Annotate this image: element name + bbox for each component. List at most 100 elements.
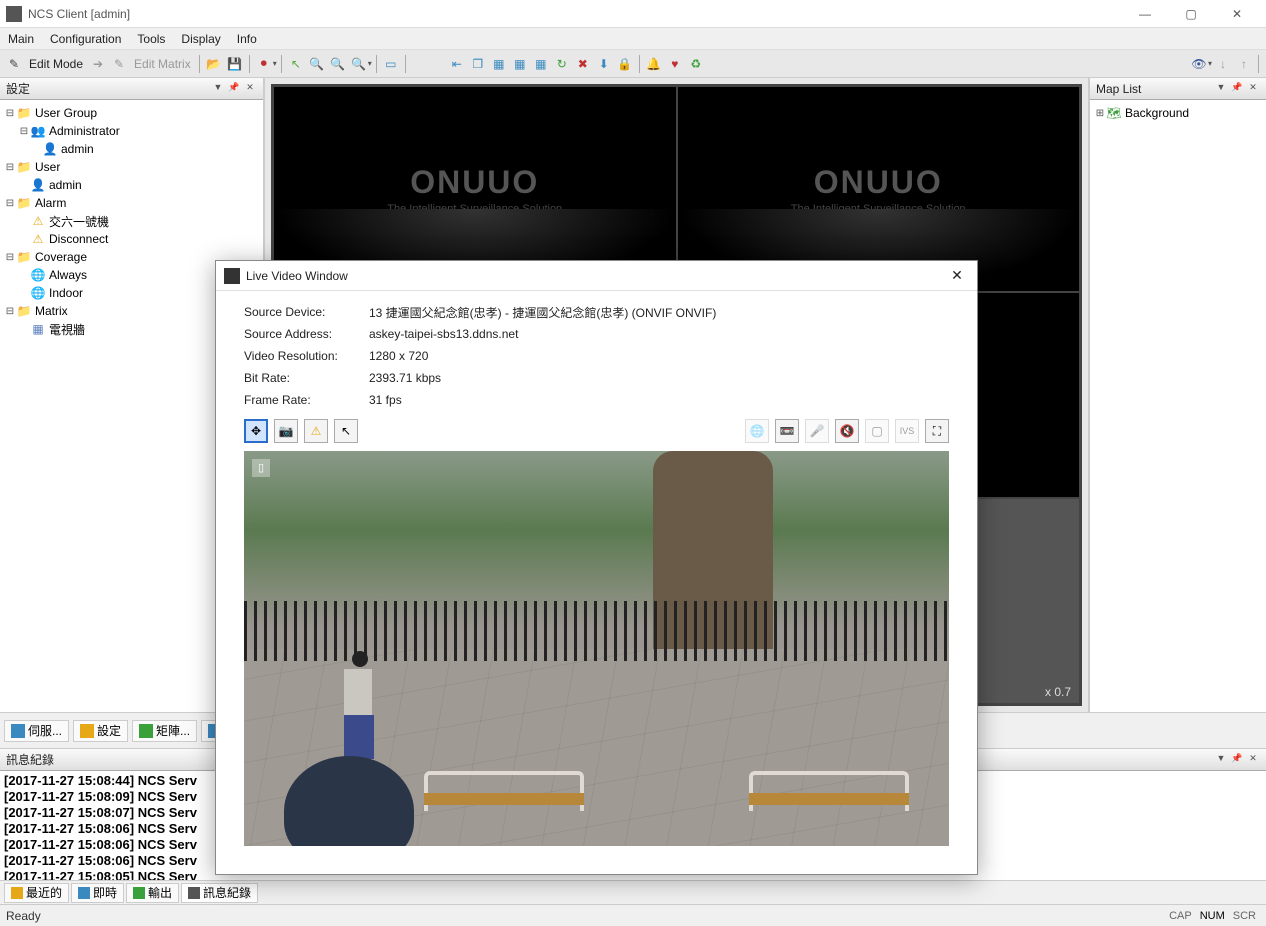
- dialog-close-button[interactable]: ✕: [945, 267, 969, 284]
- panel-close-icon[interactable]: ✕: [1246, 82, 1260, 96]
- mic-icon[interactable]: 🎤: [805, 419, 829, 443]
- left-panel-header: 設定 ▼ 📌 ✕: [0, 78, 263, 100]
- video-resolution-value: 1280 x 720: [369, 349, 428, 363]
- refresh-icon[interactable]: ↻: [552, 54, 572, 74]
- menu-configuration[interactable]: Configuration: [50, 32, 121, 46]
- video-resolution-label: Video Resolution:: [244, 349, 369, 363]
- maximize-button[interactable]: ▢: [1168, 0, 1214, 28]
- tree-user[interactable]: ⊟📁User: [2, 158, 261, 176]
- minimize-button[interactable]: —: [1122, 0, 1168, 28]
- tree-user-group[interactable]: ⊟📁User Group: [2, 104, 261, 122]
- edit-matrix-label[interactable]: Edit Matrix: [130, 57, 195, 71]
- cascade-icon[interactable]: ❐: [468, 54, 488, 74]
- panel-dropdown-icon[interactable]: ▼: [211, 82, 225, 96]
- zoom-icon[interactable]: 🔍: [349, 54, 369, 74]
- pointer-icon[interactable]: ↖: [334, 419, 358, 443]
- log-tab-messages[interactable]: 訊息紀錄: [181, 883, 258, 903]
- zoom-in-icon[interactable]: 🔍: [307, 54, 327, 74]
- source-address-label: Source Address:: [244, 327, 369, 341]
- exit-icon[interactable]: ✖: [573, 54, 593, 74]
- live-video-view[interactable]: ▯: [244, 451, 949, 846]
- divider-icon[interactable]: ⇤: [447, 54, 467, 74]
- menu-info[interactable]: Info: [237, 32, 257, 46]
- record-icon[interactable]: ⏺: [254, 54, 274, 74]
- status-num: NUM: [1196, 910, 1229, 922]
- window-title: NCS Client [admin]: [28, 7, 1122, 21]
- ivs-icon[interactable]: IVS: [895, 419, 919, 443]
- rec-indicator-icon: ▯: [252, 459, 270, 477]
- tile-icon[interactable]: ▦: [489, 54, 509, 74]
- panel-dropdown-icon[interactable]: ▼: [1214, 82, 1228, 96]
- status-cap: CAP: [1165, 910, 1196, 922]
- tree-alarm2[interactable]: ⚠Disconnect: [2, 230, 261, 248]
- panel-dropdown-icon[interactable]: ▼: [1214, 753, 1228, 767]
- edit-mode-icon[interactable]: ✎: [4, 54, 24, 74]
- toolbar: ✎ Edit Mode ➔ ✎ Edit Matrix 📂 💾 ⏺ ▾ ↖ 🔍 …: [0, 50, 1266, 78]
- log-tabs: 最近的 即時 輸出 訊息紀錄: [0, 880, 1266, 904]
- map-tree: ⊞🗺Background: [1090, 100, 1266, 712]
- window-icon[interactable]: ▭: [381, 54, 401, 74]
- menu-display[interactable]: Display: [181, 32, 220, 46]
- grid-icon[interactable]: ▦: [510, 54, 530, 74]
- tab-settings[interactable]: 設定: [73, 720, 128, 742]
- tree-alarm[interactable]: ⊟📁Alarm: [2, 194, 261, 212]
- heart-icon[interactable]: ♥: [665, 54, 685, 74]
- bell-icon[interactable]: 🔔: [644, 54, 664, 74]
- log-tab-realtime[interactable]: 即時: [71, 883, 124, 903]
- stream-icon[interactable]: 📼: [775, 419, 799, 443]
- log-tab-output[interactable]: 輸出: [126, 883, 179, 903]
- right-panel: Map List ▼ 📌 ✕ ⊞🗺Background: [1088, 78, 1266, 712]
- edit-matrix-icon[interactable]: ✎: [109, 54, 129, 74]
- source-device-value: 13 捷運國父紀念館(忠孝) - 捷運國父紀念館(忠孝) (ONVIF ONVI…: [369, 304, 716, 321]
- frame-rate-label: Frame Rate:: [244, 393, 369, 407]
- panel-pin-icon[interactable]: 📌: [1230, 753, 1244, 767]
- frame-rate-value: 31 fps: [369, 393, 402, 407]
- expand-icon[interactable]: ⛶: [925, 419, 949, 443]
- save-icon[interactable]: 💾: [225, 54, 245, 74]
- menu-tools[interactable]: Tools: [137, 32, 165, 46]
- lock-icon[interactable]: 🔒: [615, 54, 635, 74]
- app-icon: [6, 6, 22, 22]
- warning-icon[interactable]: ⚠: [304, 419, 328, 443]
- arrow-up-icon[interactable]: ↑: [1234, 54, 1254, 74]
- zoom-indicator: x 0.7: [1045, 685, 1071, 699]
- binoculars-icon[interactable]: 👁: [1189, 54, 1209, 74]
- toolbar-arrow-icon[interactable]: ➔: [88, 54, 108, 74]
- zoom-out-icon[interactable]: 🔍: [328, 54, 348, 74]
- source-address-value: askey-taipei-sbs13.ddns.net: [369, 327, 518, 341]
- tree-administrator[interactable]: ⊟👥Administrator: [2, 122, 261, 140]
- panel-close-icon[interactable]: ✕: [1246, 753, 1260, 767]
- refresh2-icon[interactable]: ♻: [686, 54, 706, 74]
- close-button[interactable]: ✕: [1214, 0, 1260, 28]
- tree-admin1[interactable]: 👤admin: [2, 140, 261, 158]
- menu-main[interactable]: Main: [8, 32, 34, 46]
- speaker-icon[interactable]: 🔇: [835, 419, 859, 443]
- folder-open-icon[interactable]: 📂: [204, 54, 224, 74]
- camera-icon[interactable]: 📷: [274, 419, 298, 443]
- blank-icon[interactable]: ▢: [865, 419, 889, 443]
- panel-pin-icon[interactable]: 📌: [227, 82, 241, 96]
- tree-background[interactable]: ⊞🗺Background: [1092, 104, 1264, 122]
- dialog-titlebar[interactable]: Live Video Window ✕: [216, 261, 977, 291]
- grid2-icon[interactable]: ▦: [531, 54, 551, 74]
- ptz-icon[interactable]: ✥: [244, 419, 268, 443]
- tree-admin2[interactable]: 👤admin: [2, 176, 261, 194]
- statusbar: Ready CAP NUM SCR: [0, 904, 1266, 926]
- download-icon[interactable]: ⬇: [594, 54, 614, 74]
- tree-alarm1[interactable]: ⚠交六一號機: [2, 212, 261, 230]
- arrow-down-icon[interactable]: ↓: [1213, 54, 1233, 74]
- panel-close-icon[interactable]: ✕: [243, 82, 257, 96]
- dialog-toolbar: ✥ 📷 ⚠ ↖ 🌐 📼 🎤 🔇 ▢ IVS ⛶: [216, 419, 977, 451]
- live-video-dialog[interactable]: Live Video Window ✕ Source Device:13 捷運國…: [215, 260, 978, 875]
- log-tab-recent[interactable]: 最近的: [4, 883, 69, 903]
- edit-mode-label[interactable]: Edit Mode: [25, 57, 87, 71]
- dialog-info: Source Device:13 捷運國父紀念館(忠孝) - 捷運國父紀念館(忠…: [216, 291, 977, 419]
- status-ready: Ready: [6, 909, 1165, 923]
- logo-text: ONUUO: [410, 164, 539, 201]
- globe-icon[interactable]: 🌐: [745, 419, 769, 443]
- panel-pin-icon[interactable]: 📌: [1230, 82, 1244, 96]
- tab-server[interactable]: 伺服...: [4, 720, 69, 742]
- tab-matrix[interactable]: 矩陣...: [132, 720, 197, 742]
- pointer-icon[interactable]: ↖: [286, 54, 306, 74]
- right-panel-title: Map List: [1096, 82, 1141, 96]
